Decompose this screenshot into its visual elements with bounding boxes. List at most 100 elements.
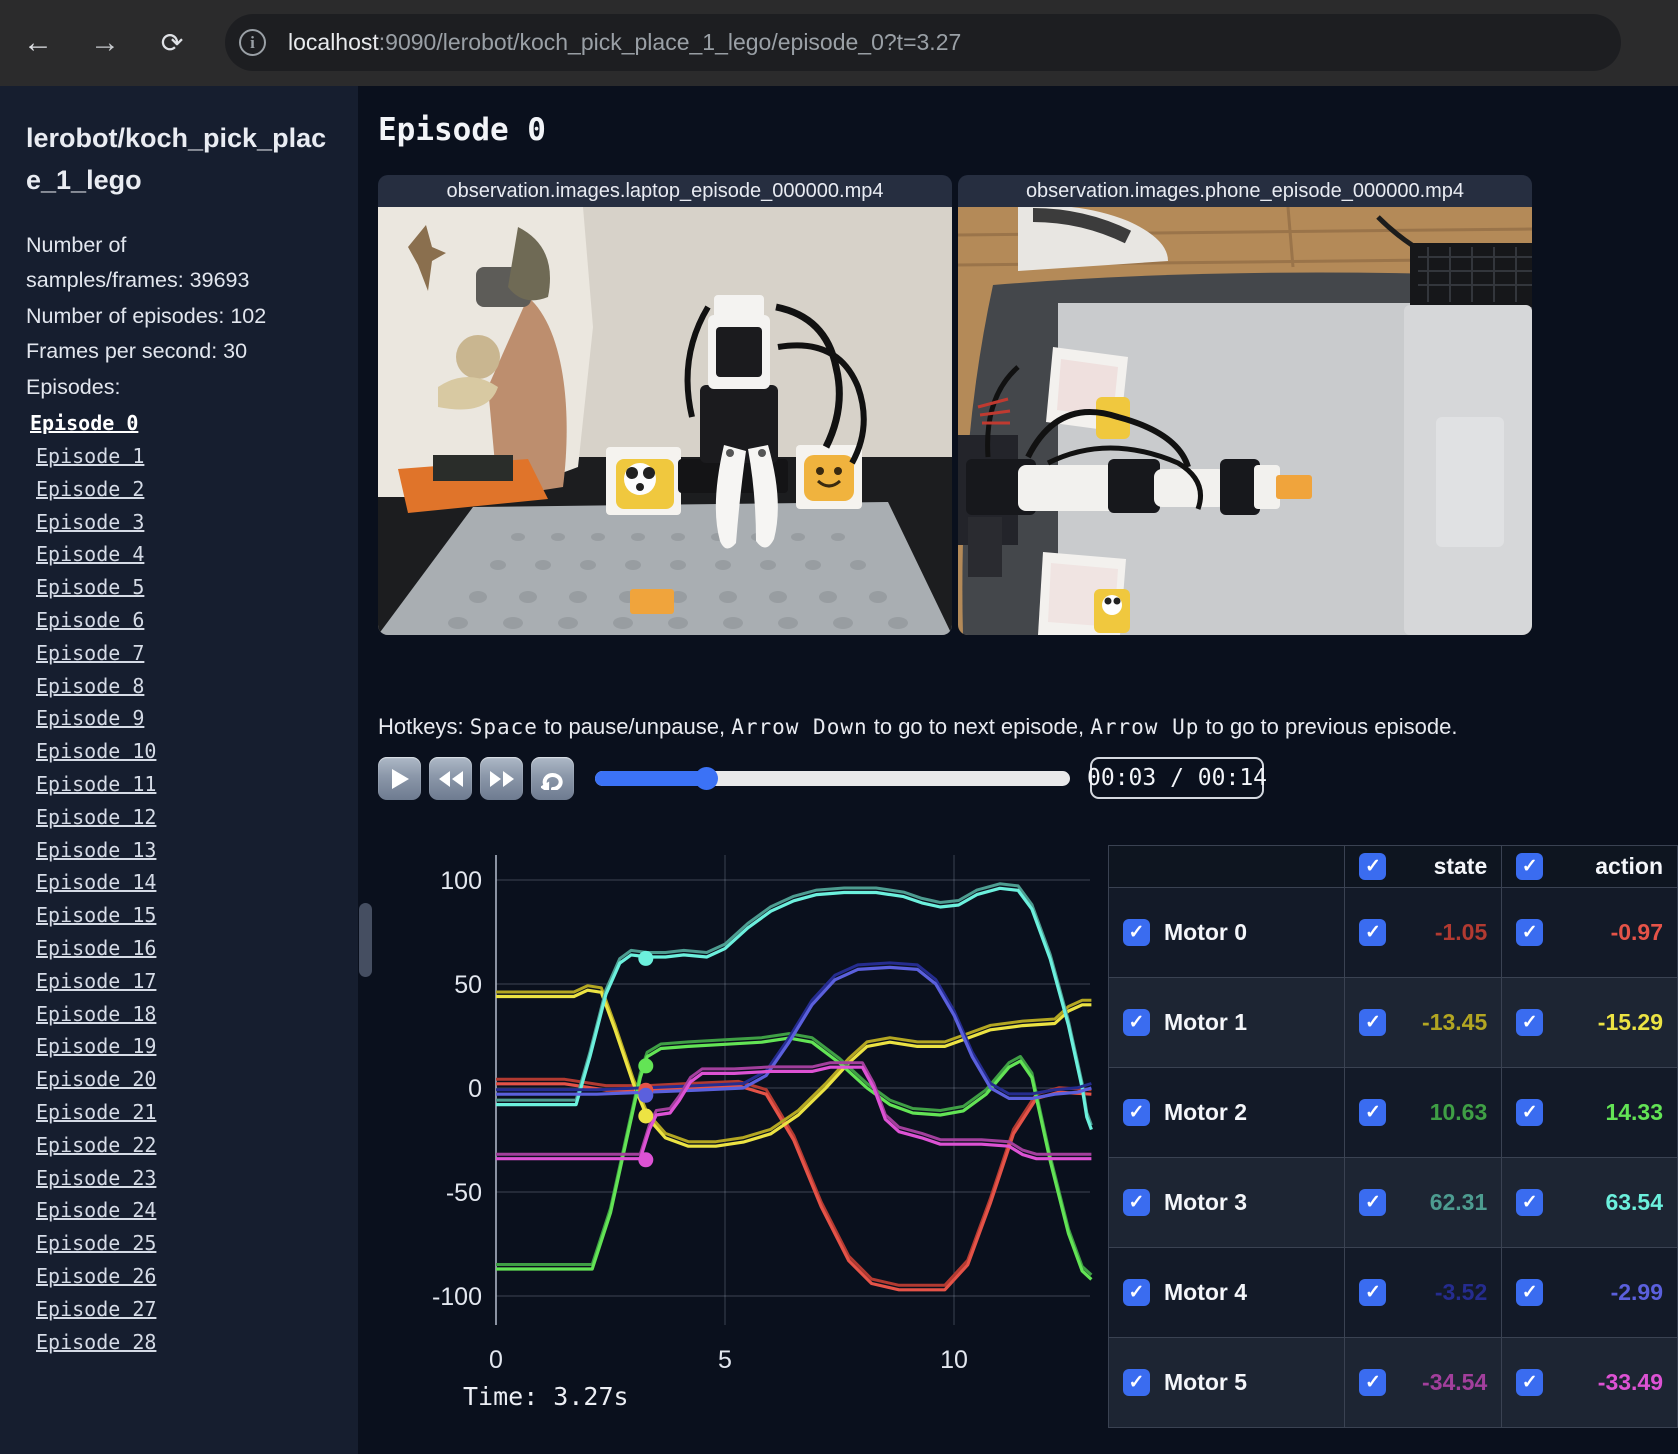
motor-state-checkbox[interactable]: ✓ xyxy=(1359,1009,1387,1036)
motor-action-value: 14.33 xyxy=(1605,1099,1663,1125)
motor-checkbox[interactable]: ✓ xyxy=(1123,1099,1150,1126)
episode-link[interactable]: Episode 12 xyxy=(30,801,358,834)
motor-chart: 100 50 0 -50 -100 0 5 10 Time: 3.27s xyxy=(378,830,1095,1454)
video-title-phone: observation.images.phone_episode_000000.… xyxy=(958,175,1532,207)
fast-forward-button[interactable] xyxy=(480,757,523,800)
loop-icon xyxy=(540,772,563,790)
lego-baseplate xyxy=(378,502,952,635)
play-button[interactable] xyxy=(378,757,421,800)
hotkey-key: Arrow Up xyxy=(1090,715,1200,739)
motor-checkbox[interactable]: ✓ xyxy=(1123,1279,1150,1306)
site-info-icon[interactable]: i xyxy=(239,29,266,56)
episode-link[interactable]: Episode 0 xyxy=(30,407,358,440)
episode-link[interactable]: Episode 5 xyxy=(30,571,358,604)
episode-link[interactable]: Episode 18 xyxy=(30,998,358,1031)
motor-state-checkbox[interactable]: ✓ xyxy=(1359,919,1387,946)
motor-checkbox[interactable]: ✓ xyxy=(1123,1009,1150,1036)
motor-state-checkbox[interactable]: ✓ xyxy=(1359,1279,1387,1306)
episode-link[interactable]: Episode 16 xyxy=(30,932,358,965)
episode-link[interactable]: Episode 25 xyxy=(30,1227,358,1260)
seek-slider-thumb[interactable] xyxy=(695,767,719,790)
action-column-checkbox[interactable]: ✓ xyxy=(1516,853,1544,880)
episode-link[interactable]: Episode 8 xyxy=(30,670,358,703)
action-header-label: action xyxy=(1595,853,1663,879)
motor-action-value: 63.54 xyxy=(1605,1189,1663,1215)
episode-link[interactable]: Episode 14 xyxy=(30,866,358,899)
play-icon xyxy=(391,768,409,789)
header-action: ✓ action xyxy=(1501,845,1678,888)
motor-state-value: 62.31 xyxy=(1429,1189,1488,1215)
time-display: 00:03 / 00:14 xyxy=(1087,757,1267,799)
hotkey-text: to go to next episode, xyxy=(867,714,1091,739)
episode-link[interactable]: Episode 20 xyxy=(30,1063,358,1096)
video-panel-laptop[interactable]: observation.images.laptop_episode_000000… xyxy=(378,175,952,635)
episode-link[interactable]: Episode 4 xyxy=(30,538,358,571)
motor-action-checkbox[interactable]: ✓ xyxy=(1516,1009,1544,1036)
svg-text:10: 10 xyxy=(940,1346,968,1374)
hotkey-text: to pause/unpause, xyxy=(537,714,732,739)
episode-link[interactable]: Episode 13 xyxy=(30,834,358,867)
episode-link[interactable]: Episode 6 xyxy=(30,604,358,637)
motor-state-value: -1.05 xyxy=(1434,919,1488,945)
motor-action-checkbox[interactable]: ✓ xyxy=(1516,919,1544,946)
motor-chart-canvas[interactable]: 100 50 0 -50 -100 0 5 10 xyxy=(378,830,1095,1380)
forward-icon[interactable]: → xyxy=(84,22,126,64)
sidebar: lerobot/koch_pick_place_1_lego Number of… xyxy=(0,86,358,1454)
motor-row-1: ✓ Motor 1 ✓ -13.45 ✓ -15.29 xyxy=(1107,977,1678,1068)
episode-link[interactable]: Episode 19 xyxy=(30,1030,358,1063)
episode-link[interactable]: Episode 2 xyxy=(30,473,358,506)
episode-link[interactable]: Episode 23 xyxy=(30,1162,358,1195)
video-panel-phone[interactable]: observation.images.phone_episode_000000.… xyxy=(958,175,1532,635)
motor-action-value: -0.97 xyxy=(1610,919,1663,945)
laptop xyxy=(1404,243,1532,635)
episode-link[interactable]: Episode 17 xyxy=(30,965,358,998)
motor-state-checkbox[interactable]: ✓ xyxy=(1359,1369,1387,1396)
hotkey-text: Hotkeys: xyxy=(378,714,470,739)
episode-link[interactable]: Episode 22 xyxy=(30,1129,358,1162)
reload-icon[interactable]: ⟳ xyxy=(151,22,193,64)
episode-link[interactable]: Episode 10 xyxy=(30,735,358,768)
motor-action-checkbox[interactable]: ✓ xyxy=(1516,1099,1544,1126)
rewind-button[interactable] xyxy=(429,757,472,800)
loop-button[interactable] xyxy=(531,757,574,800)
episode-link[interactable]: Episode 1 xyxy=(30,440,358,473)
scrollbar-thumb[interactable] xyxy=(359,903,372,977)
motor-label: Motor 1 xyxy=(1164,1009,1248,1035)
url-text[interactable]: localhost:9090/lerobot/koch_pick_place_1… xyxy=(288,29,961,56)
episode-link[interactable]: Episode 27 xyxy=(30,1293,358,1326)
url-path: :9090/lerobot/koch_pick_place_1_lego/epi… xyxy=(378,29,962,55)
motor-label: Motor 4 xyxy=(1164,1279,1248,1305)
episode-link[interactable]: Episode 26 xyxy=(30,1260,358,1293)
main-content: Episode 0 observation.images.laptop_epis… xyxy=(358,86,1678,1454)
url-host: localhost xyxy=(288,29,379,55)
svg-text:0: 0 xyxy=(468,1075,482,1103)
motor-checkbox[interactable]: ✓ xyxy=(1123,919,1150,946)
motor-action-checkbox[interactable]: ✓ xyxy=(1516,1189,1544,1216)
svg-text:0: 0 xyxy=(489,1346,503,1374)
motor-action-checkbox[interactable]: ✓ xyxy=(1516,1369,1544,1396)
state-column-checkbox[interactable]: ✓ xyxy=(1359,853,1387,880)
episode-link[interactable]: Episode 21 xyxy=(30,1096,358,1129)
address-bar[interactable]: i localhost:9090/lerobot/koch_pick_place… xyxy=(225,14,1621,71)
episode-link[interactable]: Episode 24 xyxy=(30,1194,358,1227)
episode-link[interactable]: Episode 9 xyxy=(30,702,358,735)
smiley-box xyxy=(796,445,862,509)
episode-link[interactable]: Episode 7 xyxy=(30,637,358,670)
stat-samples: Number of samples/frames: 39693 xyxy=(26,232,250,293)
motor-label: Motor 3 xyxy=(1164,1189,1248,1215)
episode-link[interactable]: Episode 3 xyxy=(30,506,358,539)
episode-link[interactable]: Episode 11 xyxy=(30,768,358,801)
seek-slider[interactable] xyxy=(595,767,1070,790)
phone-camera-video[interactable] xyxy=(958,207,1532,635)
episode-link[interactable]: Episode 15 xyxy=(30,899,358,932)
motor-table: ✓ state ✓ action ✓ Motor 0 ✓ -1.05 ✓ -0.97 ✓ Moto… xyxy=(1107,845,1678,1428)
episode-link[interactable]: Episode 28 xyxy=(30,1326,358,1359)
motor-state-checkbox[interactable]: ✓ xyxy=(1359,1189,1387,1216)
panda-box xyxy=(606,447,681,515)
motor-action-checkbox[interactable]: ✓ xyxy=(1516,1279,1544,1306)
motor-checkbox[interactable]: ✓ xyxy=(1123,1369,1150,1396)
laptop-camera-video[interactable] xyxy=(378,207,952,635)
motor-state-checkbox[interactable]: ✓ xyxy=(1359,1099,1387,1126)
back-icon[interactable]: ← xyxy=(17,22,59,64)
motor-checkbox[interactable]: ✓ xyxy=(1123,1189,1150,1216)
